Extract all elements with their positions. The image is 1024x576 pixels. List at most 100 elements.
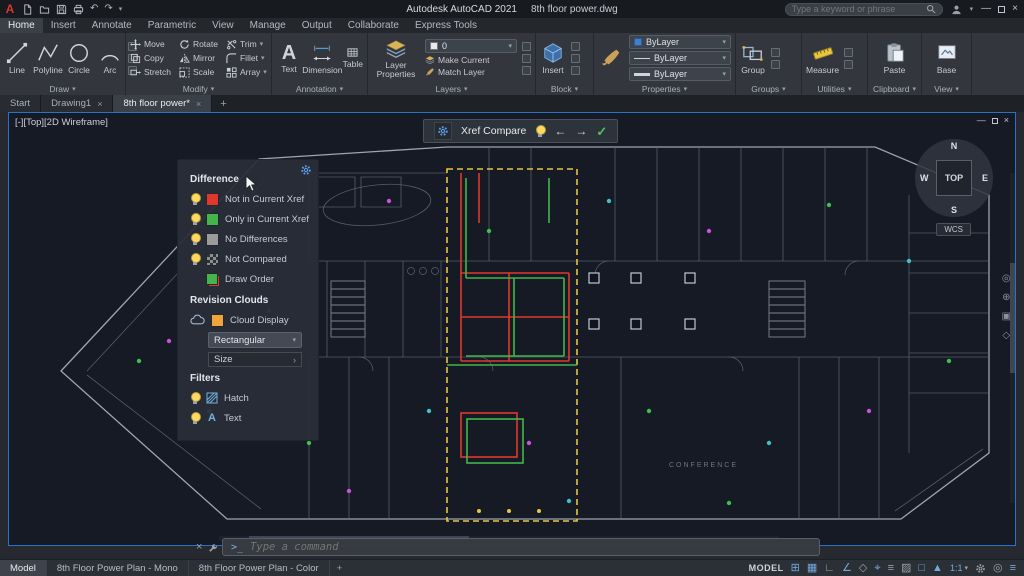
save-icon[interactable] bbox=[56, 4, 67, 15]
array-tool[interactable]: Array ▾ bbox=[226, 67, 267, 78]
help-search[interactable] bbox=[784, 2, 943, 16]
xref-settings-button[interactable] bbox=[434, 122, 452, 140]
match-properties-tool[interactable] bbox=[598, 47, 624, 69]
draw-order-row[interactable]: Draw Order bbox=[178, 269, 318, 289]
filter-text-row[interactable]: A Text bbox=[178, 408, 318, 428]
tab-insert[interactable]: Insert bbox=[43, 18, 84, 33]
line-tool[interactable]: Line bbox=[4, 42, 30, 75]
command-line-close-icon[interactable]: × bbox=[196, 541, 202, 553]
tab-home[interactable]: Home bbox=[0, 18, 43, 33]
redo-icon[interactable]: ↷ bbox=[104, 4, 112, 14]
compass-west[interactable]: W bbox=[920, 173, 929, 183]
create-block-icon[interactable] bbox=[571, 41, 580, 51]
isodraft-icon[interactable]: ◇ bbox=[859, 562, 867, 574]
rotate-tool[interactable]: Rotate bbox=[179, 39, 218, 50]
minimize-icon[interactable]: — bbox=[981, 4, 991, 14]
selection-cycling-icon[interactable]: □ bbox=[918, 562, 925, 574]
pan-icon[interactable]: ⊕ bbox=[1002, 292, 1011, 303]
object-color-select[interactable]: ByLayer ▾ bbox=[629, 35, 731, 49]
bulb-icon[interactable] bbox=[190, 412, 201, 424]
lineweight-icon[interactable]: ≡ bbox=[888, 562, 894, 574]
xref-highlight-bulb-icon[interactable] bbox=[535, 125, 547, 137]
wcs-badge[interactable]: WCS bbox=[936, 223, 971, 236]
account-caret-icon[interactable]: ▾ bbox=[970, 6, 974, 13]
command-line-customize-icon[interactable] bbox=[208, 543, 218, 553]
new-file-icon[interactable] bbox=[22, 4, 33, 15]
paste-tool[interactable]: Paste bbox=[882, 42, 908, 75]
viewport-close-icon[interactable]: × bbox=[1004, 116, 1009, 125]
sign-in-icon[interactable] bbox=[951, 4, 962, 15]
zoom-extents-icon[interactable]: ▣ bbox=[1002, 311, 1011, 322]
filter-hatch-row[interactable]: Hatch bbox=[178, 388, 318, 408]
file-tab-8th-floor-power[interactable]: 8th floor power* × bbox=[113, 95, 213, 112]
circle-tool[interactable]: Circle bbox=[66, 42, 92, 75]
clipboard-panel-footer[interactable]: Clipboard ▾ bbox=[868, 83, 921, 95]
full-navigation-wheel-icon[interactable]: ◎ bbox=[1002, 273, 1011, 284]
compass-east[interactable]: E bbox=[982, 173, 988, 183]
autocad-logo[interactable]: A bbox=[0, 0, 20, 18]
polar-tracking-icon[interactable]: ∠ bbox=[842, 562, 852, 574]
annotation-panel-footer[interactable]: Annotation ▾ bbox=[272, 83, 367, 95]
polyline-tool[interactable]: Polyline bbox=[33, 42, 63, 75]
clean-screen-icon[interactable]: ◎ bbox=[993, 562, 1003, 574]
layers-panel-footer[interactable]: Layers ▾ bbox=[368, 83, 535, 95]
arc-tool[interactable]: Arc bbox=[97, 42, 123, 75]
block-attributes-icon[interactable] bbox=[571, 65, 580, 75]
file-tab-drawing1[interactable]: Drawing1 × bbox=[41, 95, 114, 112]
layer-select[interactable]: 0 ▾ bbox=[425, 39, 517, 53]
osnap-icon[interactable]: ⌖ bbox=[874, 562, 880, 574]
model-tab[interactable]: Model bbox=[0, 560, 47, 576]
qat-menu-icon[interactable]: ▾ bbox=[119, 6, 123, 13]
view-panel-footer[interactable]: View ▾ bbox=[922, 83, 971, 95]
modify-panel-footer[interactable]: Modify ▾ bbox=[126, 83, 271, 95]
id-point-icon[interactable] bbox=[844, 59, 854, 69]
dimension-tool[interactable]: Dimension bbox=[302, 42, 342, 75]
layer-freeze-icon[interactable] bbox=[522, 65, 531, 75]
tab-manage[interactable]: Manage bbox=[242, 18, 294, 33]
close-icon[interactable]: × bbox=[1012, 4, 1018, 14]
group-edit-icon[interactable] bbox=[771, 59, 780, 69]
groups-panel-footer[interactable]: Groups ▾ bbox=[736, 83, 801, 95]
diff-no-differences-row[interactable]: No Differences bbox=[178, 229, 318, 249]
new-drawing-tab-button[interactable]: + bbox=[212, 95, 234, 112]
ortho-icon[interactable]: ∟ bbox=[824, 562, 835, 574]
layer-properties-tool[interactable]: Layer Properties bbox=[372, 38, 420, 79]
view-cube-top-face[interactable]: TOP bbox=[936, 160, 972, 196]
customize-icon[interactable]: ≡ bbox=[1010, 562, 1016, 574]
stretch-tool[interactable]: Stretch bbox=[130, 67, 171, 78]
bulb-icon[interactable] bbox=[190, 193, 201, 205]
next-difference-button[interactable]: → bbox=[575, 125, 587, 137]
compass-north[interactable]: N bbox=[951, 141, 958, 151]
tab-express-tools[interactable]: Express Tools bbox=[407, 18, 485, 33]
match-layer-button[interactable]: Match Layer bbox=[425, 67, 517, 77]
table-tool[interactable]: Table bbox=[343, 47, 363, 69]
drawing-viewport[interactable]: [-][Top][2D Wireframe] — × CONFERENCE Xr… bbox=[8, 112, 1016, 546]
tab-output[interactable]: Output bbox=[294, 18, 340, 33]
cloud-display-row[interactable]: Cloud Display bbox=[178, 310, 318, 330]
layer-state-icon[interactable] bbox=[522, 41, 531, 51]
orbit-icon[interactable]: ◇ bbox=[1002, 330, 1011, 341]
viewport-controls-label[interactable]: [-][Top][2D Wireframe] bbox=[15, 117, 108, 128]
grid-icon[interactable]: ⊞ bbox=[791, 562, 800, 574]
mirror-tool[interactable]: Mirror bbox=[179, 53, 218, 64]
properties-panel-footer[interactable]: Properties ▾ bbox=[594, 83, 735, 95]
fillet-tool[interactable]: Fillet ▾ bbox=[226, 53, 267, 64]
file-tab-drawing1-close-icon[interactable]: × bbox=[97, 99, 102, 109]
block-panel-footer[interactable]: Block ▾ bbox=[536, 83, 593, 95]
finish-compare-button[interactable]: ✓ bbox=[596, 125, 607, 138]
snap-icon[interactable]: ▦ bbox=[807, 562, 817, 574]
floor-plan-canvas[interactable]: CONFERENCE bbox=[9, 113, 1015, 545]
draw-panel-footer[interactable]: Draw ▾ bbox=[0, 83, 125, 95]
annotation-scale-control[interactable]: 1:1 ▾ bbox=[950, 563, 968, 573]
maximize-icon[interactable] bbox=[998, 5, 1006, 13]
new-layout-button[interactable]: + bbox=[330, 560, 350, 576]
tab-collaborate[interactable]: Collaborate bbox=[340, 18, 407, 33]
previous-difference-button[interactable]: ← bbox=[554, 125, 566, 137]
undo-icon[interactable]: ↶ bbox=[90, 4, 98, 14]
view-cube[interactable]: N S W E TOP bbox=[915, 139, 993, 217]
base-tool[interactable]: Base bbox=[934, 42, 960, 75]
viewport-restore-icon[interactable] bbox=[991, 117, 998, 124]
layer-isolate-icon[interactable] bbox=[522, 53, 531, 63]
viewport-minimize-icon[interactable]: — bbox=[977, 116, 986, 125]
size-expand-icon[interactable]: › bbox=[293, 355, 296, 365]
